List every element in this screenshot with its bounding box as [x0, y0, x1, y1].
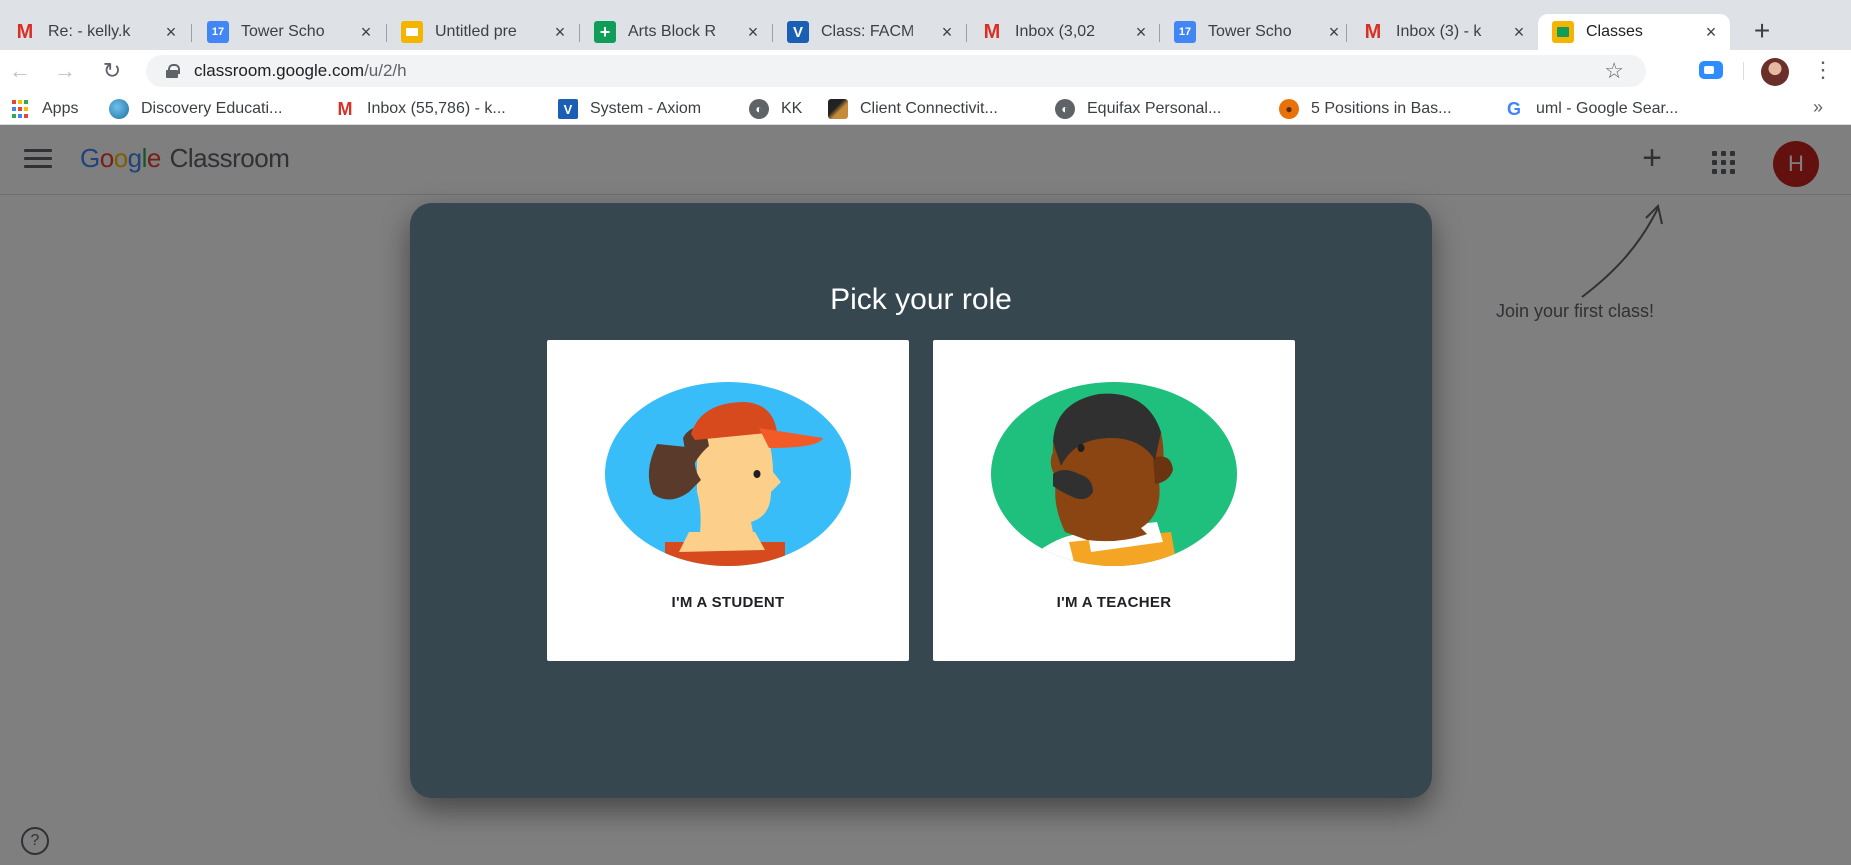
close-icon[interactable]: ×	[938, 23, 956, 41]
address-bar[interactable]: classroom.google.com/u/2/h ☆	[146, 55, 1646, 87]
gmail-icon: M	[337, 98, 353, 119]
bookmark-discovery[interactable]: Discovery Educati...	[109, 97, 282, 121]
close-icon[interactable]: ×	[1325, 23, 1343, 41]
gmail-icon: M	[1364, 20, 1382, 43]
browser-tab[interactable]: + Arts Block R ×	[580, 14, 772, 50]
menu-kebab-icon[interactable]: ⋮	[1812, 57, 1834, 85]
bookmark-kk[interactable]: ◐ KK	[749, 97, 802, 121]
lock-icon	[166, 64, 180, 78]
gmail-icon: M	[16, 20, 34, 43]
slides-icon	[401, 21, 423, 43]
globe-icon: ◐	[749, 99, 769, 119]
globe-icon: ◐	[1055, 99, 1075, 119]
teacher-role-label: I'M A TEACHER	[1056, 594, 1172, 611]
browser-tab[interactable]: 17 Tower Scho ×	[1160, 14, 1353, 50]
tab-separator	[1346, 24, 1347, 42]
browser-tab[interactable]: M Re: - kelly.k ×	[0, 14, 190, 50]
toolbar-separator	[1743, 62, 1744, 80]
back-icon[interactable]: ←	[5, 56, 35, 86]
profile-avatar[interactable]	[1761, 58, 1789, 86]
student-role-card[interactable]: I'M A STUDENT	[547, 340, 909, 661]
calendar-icon: 17	[207, 21, 229, 43]
url-host: classroom.google.com	[194, 61, 365, 80]
bookmark-client-connectivity[interactable]: Client Connectivit...	[828, 97, 998, 121]
apps-grid-icon	[10, 99, 30, 119]
new-tab-button[interactable]: +	[1746, 16, 1778, 48]
tab-separator	[191, 24, 192, 42]
close-icon[interactable]: ×	[162, 23, 180, 41]
zoom-extension-icon[interactable]	[1699, 61, 1723, 79]
browser-tab-active[interactable]: Classes ×	[1538, 14, 1730, 50]
star-icon[interactable]: ☆	[1604, 58, 1624, 84]
reload-icon[interactable]: ↻	[97, 56, 127, 86]
forward-icon[interactable]: →	[50, 56, 80, 86]
bookmarks-bar: Apps Discovery Educati... M Inbox (55,78…	[0, 92, 1851, 125]
browser-toolbar: ← → ↻ classroom.google.com/u/2/h ☆ ⋮	[0, 50, 1851, 92]
bookmark-uml-search[interactable]: G uml - Google Sear...	[1504, 97, 1678, 121]
browser-tab[interactable]: Untitled pre ×	[387, 14, 579, 50]
bookmark-equifax[interactable]: ◐ Equifax Personal...	[1055, 97, 1221, 121]
bookmark-apps[interactable]: Apps	[10, 97, 78, 121]
bookmark-axiom[interactable]: V System - Axiom	[558, 97, 701, 121]
v-icon: V	[787, 21, 809, 43]
close-icon[interactable]: ×	[1702, 23, 1720, 41]
classroom-icon	[1552, 21, 1574, 43]
google-g-icon: G	[1506, 98, 1521, 119]
close-icon[interactable]: ×	[357, 23, 375, 41]
basketball-icon: ●	[1279, 99, 1299, 119]
gmail-icon: M	[983, 20, 1001, 43]
browser-tab[interactable]: M Inbox (3,02 ×	[967, 14, 1160, 50]
student-illustration	[605, 382, 851, 566]
close-icon[interactable]: ×	[744, 23, 762, 41]
teacher-illustration	[991, 382, 1237, 566]
close-icon[interactable]: ×	[1132, 23, 1150, 41]
pick-role-dialog: Pick your role I'M A STUDENT I'M A TEACH…	[410, 203, 1432, 798]
browser-tab-strip: M Re: - kelly.k × 17 Tower Scho × Untitl…	[0, 0, 1851, 50]
hawk-logo-icon	[828, 99, 848, 119]
browser-tab[interactable]: 17 Tower Scho ×	[193, 14, 385, 50]
bookmark-inbox[interactable]: M Inbox (55,786) - k...	[335, 97, 506, 121]
sheets-icon: +	[594, 21, 616, 43]
bookmarks-overflow-icon[interactable]: »	[1813, 97, 1823, 118]
calendar-icon: 17	[1174, 21, 1196, 43]
browser-tab[interactable]: M Inbox (3) - k ×	[1348, 14, 1538, 50]
browser-tab[interactable]: V Class: FACM ×	[773, 14, 966, 50]
v-icon: V	[558, 99, 578, 119]
close-icon[interactable]: ×	[1510, 23, 1528, 41]
student-role-label: I'M A STUDENT	[671, 594, 785, 611]
globe-icon	[109, 99, 129, 119]
dialog-title: Pick your role	[830, 283, 1012, 316]
teacher-role-card[interactable]: I'M A TEACHER	[933, 340, 1295, 661]
bookmark-5-positions[interactable]: ● 5 Positions in Bas...	[1279, 97, 1452, 121]
close-icon[interactable]: ×	[551, 23, 569, 41]
url-path: /u/2/h	[364, 61, 407, 80]
